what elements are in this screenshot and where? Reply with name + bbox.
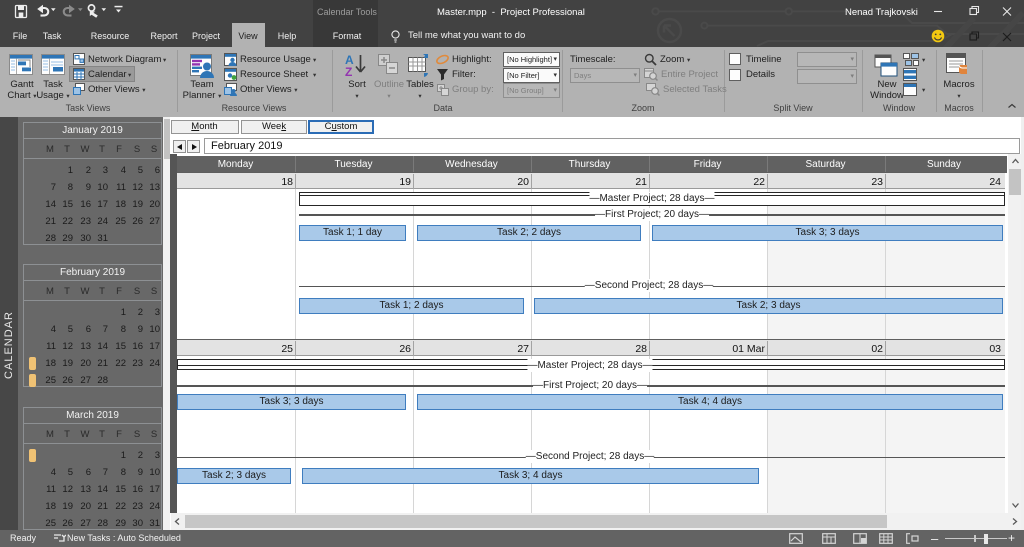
svg-text:Z: Z: [345, 65, 352, 78]
